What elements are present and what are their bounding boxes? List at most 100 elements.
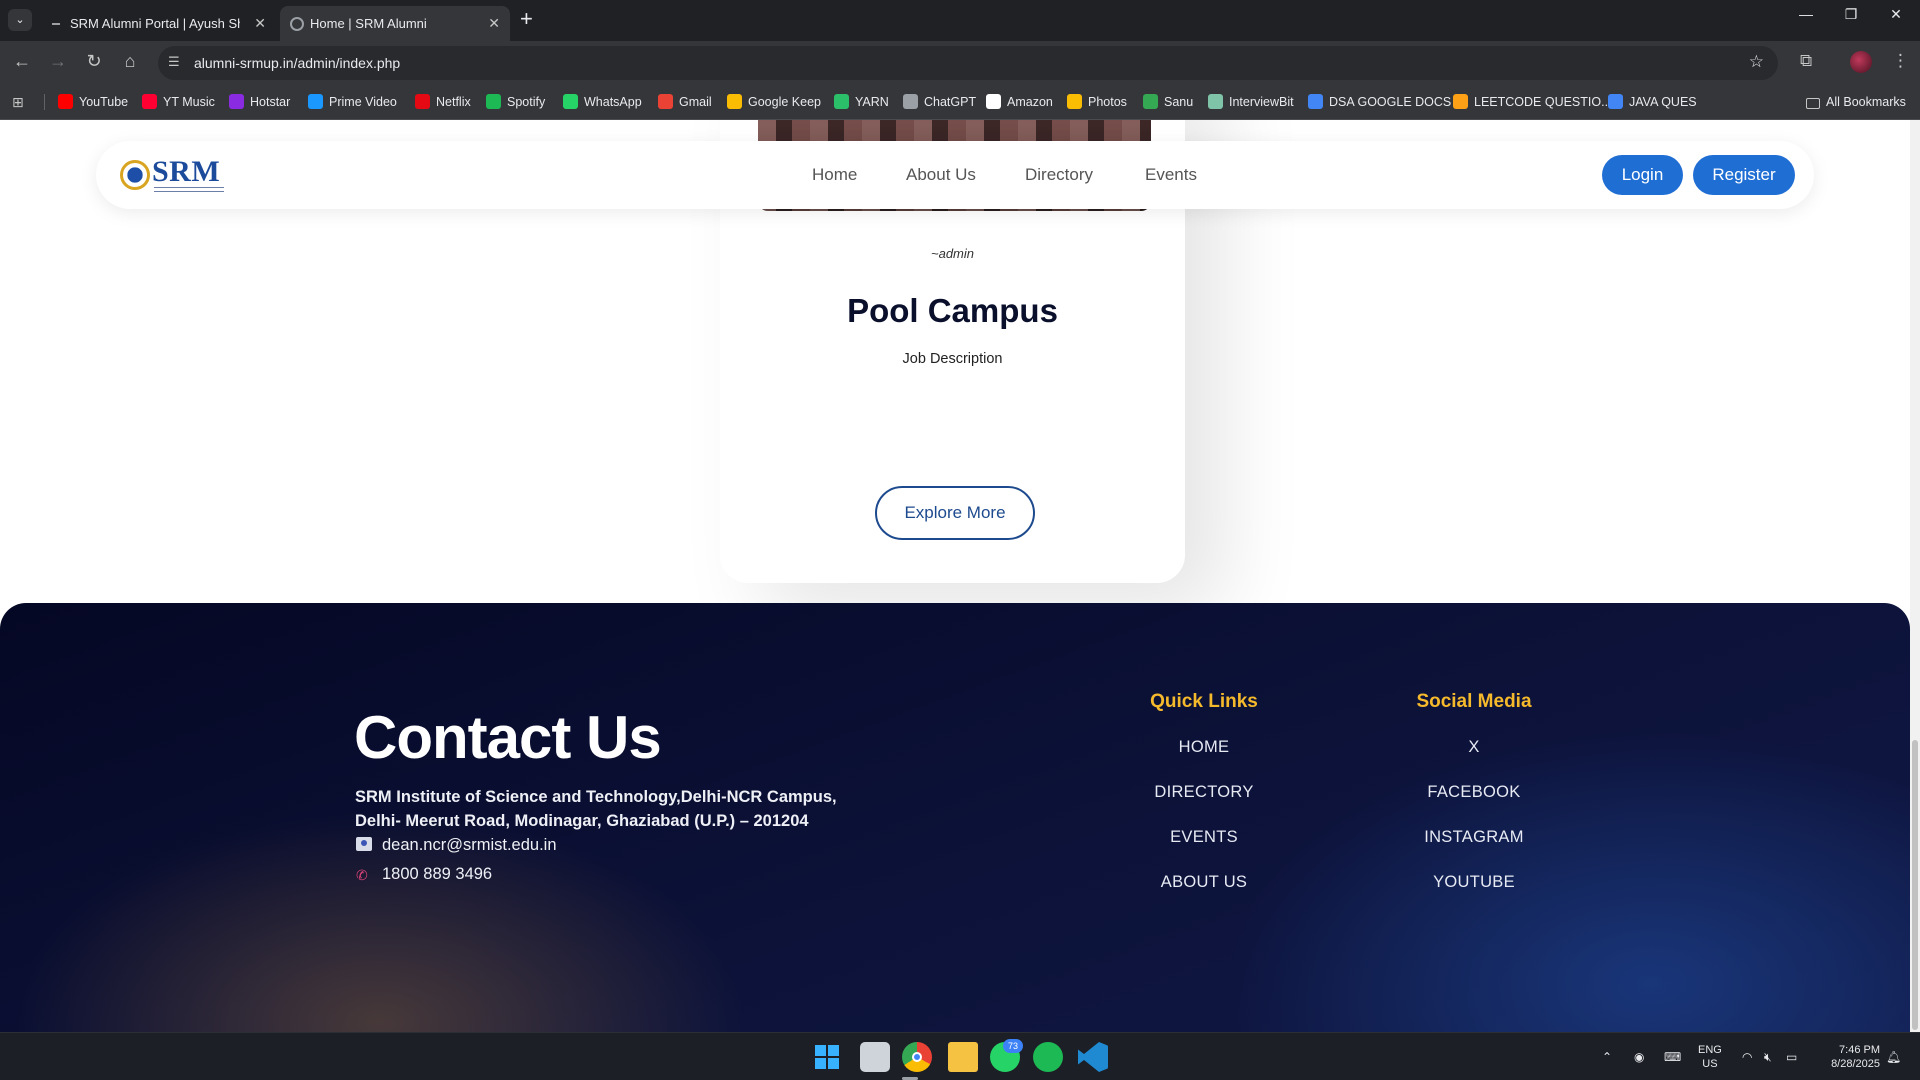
bookmark-sanu[interactable]: Sanu [1143, 84, 1193, 120]
bookmark-photos[interactable]: Photos [1067, 84, 1127, 120]
tab-home-srm-alumni[interactable]: Home | SRM Alumni ✕ [280, 6, 510, 41]
browser-toolbar: ← → ↻ ⌂ ☰ alumni-srmup.in/admin/index.ph… [0, 41, 1920, 84]
tray-overflow-chevron-icon[interactable]: ⌃ [1602, 1033, 1612, 1080]
bookmark-whatsapp[interactable]: WhatsApp [563, 84, 642, 120]
tray-app-icon[interactable]: ◉ [1634, 1033, 1644, 1080]
nav-about-us[interactable]: About Us [906, 141, 976, 209]
new-tab-button[interactable]: + [520, 8, 533, 30]
forward-icon[interactable]: → [46, 51, 70, 72]
bookmark-label: Netflix [436, 95, 471, 109]
bookmark-favicon-icon [727, 94, 742, 109]
tab-close-icon[interactable]: ✕ [254, 6, 266, 41]
bookmark-label: YARN [855, 95, 889, 109]
register-button[interactable]: Register [1693, 155, 1795, 195]
apps-grid-icon[interactable]: ⊞ [12, 94, 28, 110]
bookmark-label: Google Keep [748, 95, 821, 109]
url-text[interactable]: alumni-srmup.in/admin/index.php [194, 46, 400, 80]
extensions-icon[interactable]: ⧉ [1800, 51, 1812, 71]
minimize-icon[interactable]: — [1786, 6, 1826, 22]
tab-close-icon[interactable]: ✕ [488, 6, 500, 41]
page-viewport: ~admin Pool Campus Job Description SRM H… [0, 120, 1920, 1032]
social-link-instagram[interactable]: INSTAGRAM [1374, 828, 1574, 847]
bookmark-prime-video[interactable]: Prime Video [308, 84, 397, 120]
bookmark-java-ques[interactable]: JAVA QUES [1608, 84, 1697, 120]
login-button[interactable]: Login [1602, 155, 1683, 195]
wifi-icon[interactable]: ◠ [1742, 1033, 1752, 1080]
vscode-icon[interactable] [1078, 1042, 1108, 1072]
task-view-icon[interactable] [860, 1042, 890, 1072]
bookmark-label: ChatGPT [924, 95, 977, 109]
bookmark-chatgpt[interactable]: ChatGPT [903, 84, 976, 120]
address-bar[interactable]: ☰ alumni-srmup.in/admin/index.php ☆ [158, 46, 1778, 80]
bookmark-spotify[interactable]: Spotify [486, 84, 545, 120]
clock[interactable]: 7:46 PM 8/28/2025 [1820, 1043, 1880, 1071]
nav-home[interactable]: Home [812, 141, 857, 209]
bookmark-leetcode-questio[interactable]: LEETCODE QUESTIO... [1453, 84, 1612, 120]
social-link-x[interactable]: X [1374, 738, 1574, 757]
bookmark-yarn[interactable]: YARN [834, 84, 889, 120]
social-link-facebook[interactable]: FACEBOOK [1374, 783, 1574, 802]
keyboard-icon[interactable]: ⌨ [1664, 1033, 1681, 1080]
contact-address: SRM Institute of Science and Technology,… [355, 785, 837, 833]
reload-icon[interactable]: ↻ [82, 51, 106, 72]
file-explorer-icon[interactable] [948, 1042, 978, 1072]
card-description: Job Description [902, 351, 1003, 367]
bookmark-label: YouTube [79, 95, 129, 109]
bookmark-favicon-icon [229, 94, 244, 109]
tab-search-button[interactable]: ⌄ [8, 9, 32, 31]
bookmark-google-keep[interactable]: Google Keep [727, 84, 821, 120]
social-link-youtube[interactable]: YOUTUBE [1374, 873, 1574, 892]
page-scrollbar[interactable] [1910, 120, 1920, 1032]
tab-srm-alumni-portal[interactable]: SRM Alumni Portal | Ayush Sha ✕ [40, 6, 276, 41]
bookmark-star-icon[interactable]: ☆ [1749, 52, 1764, 72]
language-code: ENG [1698, 1044, 1722, 1056]
close-window-icon[interactable]: ✕ [1876, 6, 1916, 23]
clock-date: 8/28/2025 [1831, 1058, 1880, 1070]
bookmark-favicon-icon [1067, 94, 1082, 109]
tab-strip: ⌄ SRM Alumni Portal | Ayush Sha ✕ Home |… [0, 0, 1920, 41]
bookmark-label: LEETCODE QUESTIO... [1474, 95, 1612, 109]
restore-icon[interactable]: ❐ [1831, 6, 1871, 23]
nav-events[interactable]: Events [1145, 141, 1197, 209]
all-bookmarks-label: All Bookmarks [1826, 95, 1906, 109]
bookmark-hotstar[interactable]: Hotstar [229, 84, 290, 120]
bookmark-dsa-google-docs[interactable]: DSA GOOGLE DOCS [1308, 84, 1451, 120]
site-info-icon[interactable]: ☰ [168, 54, 186, 72]
scrollbar-thumb[interactable] [1912, 740, 1918, 1030]
spotify-icon[interactable] [1033, 1042, 1063, 1072]
footer-link-events[interactable]: EVENTS [1104, 828, 1304, 847]
bookmark-netflix[interactable]: Netflix [415, 84, 471, 120]
all-bookmarks[interactable]: All Bookmarks [1806, 84, 1906, 120]
bookmarks-bar: ⊞ YouTube YT Music Hotstar Prime Video Netfl… [0, 84, 1920, 120]
srm-logo[interactable]: SRM [120, 155, 230, 193]
contact-phone[interactable]: ✆ 1800 889 3496 [356, 865, 492, 884]
notifications-bell-icon[interactable]: 🔔︎ [1886, 1033, 1901, 1080]
bookmark-gmail[interactable]: Gmail [658, 84, 712, 120]
site-footer: Contact Us SRM Institute of Science and … [0, 603, 1910, 1032]
phone-icon: ✆ [356, 867, 368, 883]
volume-muted-icon[interactable]: 🔇︎ [1764, 1033, 1772, 1080]
language-indicator[interactable]: ENG US [1698, 1043, 1722, 1071]
windows-start-icon[interactable] [815, 1045, 839, 1069]
explore-more-button[interactable]: Explore More [875, 486, 1035, 540]
bookmark-label: Gmail [679, 95, 712, 109]
nav-directory[interactable]: Directory [1025, 141, 1093, 209]
bookmark-favicon-icon [903, 94, 918, 109]
home-icon[interactable]: ⌂ [118, 51, 142, 72]
footer-link-home[interactable]: HOME [1104, 738, 1304, 757]
bookmark-amazon[interactable]: Amazon [986, 84, 1053, 120]
bookmark-youtube[interactable]: YouTube [58, 84, 128, 120]
bookmark-label: WhatsApp [584, 95, 642, 109]
footer-link-directory[interactable]: DIRECTORY [1104, 783, 1304, 802]
menu-kebab-icon[interactable]: ⋮ [1892, 51, 1909, 71]
bookmark-interviewbit[interactable]: InterviewBit [1208, 84, 1294, 120]
back-icon[interactable]: ← [10, 51, 34, 72]
bookmark-yt-music[interactable]: YT Music [142, 84, 215, 120]
battery-icon[interactable]: ▭ [1786, 1033, 1797, 1080]
profile-avatar[interactable] [1850, 51, 1872, 73]
contact-title: Contact Us [354, 704, 662, 771]
footer-link-about-us[interactable]: ABOUT US [1104, 873, 1304, 892]
bookmark-favicon-icon [415, 94, 430, 109]
contact-email[interactable]: dean.ncr@srmist.edu.in [356, 836, 557, 855]
site-header: SRM Home About Us Directory Events Login… [96, 141, 1814, 209]
